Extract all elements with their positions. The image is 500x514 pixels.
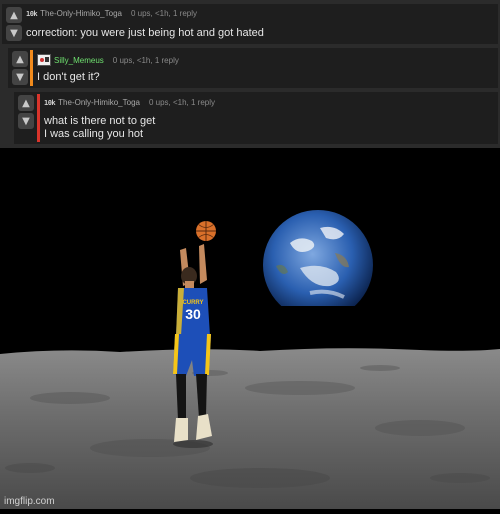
user-avatar <box>37 54 51 66</box>
up-arrow-icon[interactable]: ▲ <box>18 95 34 111</box>
moon-surface <box>0 348 500 509</box>
jersey-number: 30 <box>185 306 201 322</box>
username-link[interactable]: Silly_Memeus <box>54 56 104 65</box>
vote-controls: ▲ ▼ <box>11 51 29 87</box>
comment-meta: 10k The-Only-Himiko_Toga 0 ups, <1h, 1 r… <box>26 9 197 18</box>
comment-text: I don't get it? <box>37 71 100 83</box>
comment-text: correction: you were just being hot and … <box>26 27 264 39</box>
points-badge: 10k <box>44 98 56 107</box>
down-arrow-icon[interactable]: ▼ <box>6 25 22 41</box>
thread-bar-red <box>37 94 40 142</box>
down-arrow-icon[interactable]: ▼ <box>18 113 34 129</box>
earth <box>263 210 373 306</box>
username-link[interactable]: The-Only-Himiko_Toga <box>58 98 140 107</box>
username-link[interactable]: The-Only-Himiko_Toga <box>40 9 122 18</box>
down-arrow-icon[interactable]: ▼ <box>12 69 28 85</box>
vote-controls: ▲ ▼ <box>5 7 23 43</box>
points-badge: 10k <box>26 9 38 18</box>
comment: ▲ ▼ 10k The-Only-Himiko_Toga 0 ups, <1h,… <box>14 92 498 144</box>
thread-bar-orange <box>30 50 33 86</box>
comment-meta: 10k The-Only-Himiko_Toga 0 ups, <1h, 1 r… <box>44 98 215 107</box>
imgflip-watermark: imgflip.com <box>4 496 55 507</box>
comment-stats: 0 ups, <1h, 1 reply <box>130 9 198 18</box>
comment-thread: ▲ ▼ 10k The-Only-Himiko_Toga 0 ups, <1h,… <box>0 0 500 148</box>
vote-controls: ▲ ▼ <box>17 95 35 131</box>
comment-meta: Silly_Memeus 0 ups, <1h, 1 reply <box>37 54 179 66</box>
comment-text-line: what is there not to get <box>44 115 156 127</box>
avatar-image <box>38 55 50 65</box>
comment-stats: 0 ups, <1h, 1 reply <box>148 98 216 107</box>
meme-image: CURRY 30 imgflip.com <box>0 148 500 509</box>
up-arrow-icon[interactable]: ▲ <box>12 51 28 67</box>
up-arrow-icon[interactable]: ▲ <box>6 7 22 23</box>
moon-scene: CURRY 30 imgflip.com <box>0 148 500 509</box>
comment: ▲ ▼ 10k The-Only-Himiko_Toga 0 ups, <1h,… <box>2 4 498 44</box>
comment: ▲ ▼ Silly_Memeus 0 ups, <1h, 1 reply I d… <box>8 48 498 88</box>
comment-stats: 0 ups, <1h, 1 reply <box>112 55 179 65</box>
comment-text-line: I was calling you hot <box>44 128 144 140</box>
